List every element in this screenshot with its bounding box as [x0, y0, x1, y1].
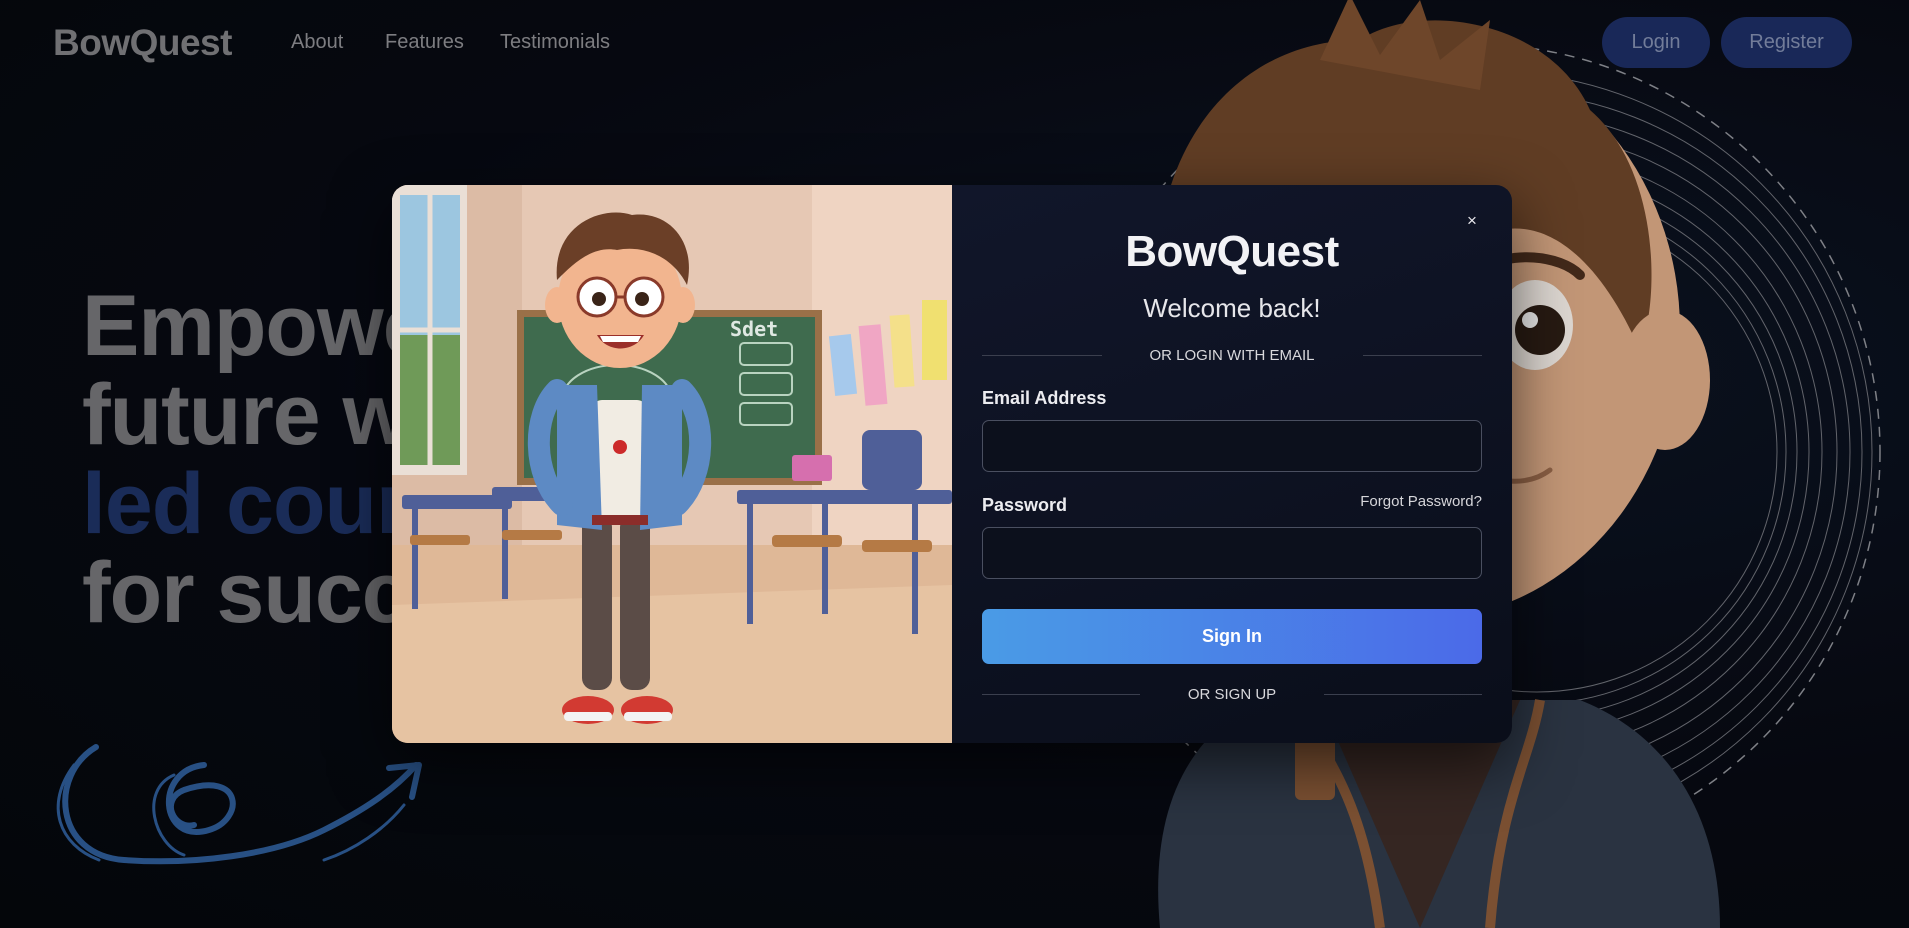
- login-divider: OR LOGIN WITH EMAIL: [982, 345, 1483, 365]
- login-form-panel: × BowQuest Welcome back! OR LOGIN WITH E…: [952, 185, 1512, 743]
- divider-line: [1324, 693, 1483, 695]
- chalkboard-text: Sdet: [730, 317, 778, 341]
- divider-line: [1362, 354, 1483, 356]
- forgot-password-link[interactable]: Forgot Password?: [1360, 493, 1482, 510]
- divider-line: [982, 354, 1102, 356]
- password-field[interactable]: [982, 527, 1482, 579]
- sign-in-button[interactable]: Sign In: [982, 609, 1482, 664]
- signup-link[interactable]: OR SIGN UP: [1140, 686, 1324, 703]
- divider-text: OR LOGIN WITH EMAIL: [1149, 346, 1315, 364]
- divider-line: [982, 693, 1140, 695]
- classroom-illustration: Sdet: [392, 185, 952, 743]
- email-label: Email Address: [982, 388, 1107, 408]
- signup-divider: OR SIGN UP: [982, 684, 1483, 704]
- welcome-heading: Welcome back!: [1143, 293, 1321, 323]
- email-field[interactable]: [982, 420, 1482, 472]
- login-modal: Sdet × BowQuest Welcome back! OR LOGIN W…: [392, 185, 1512, 743]
- password-label: Password: [982, 495, 1068, 515]
- modal-logo: BowQuest: [1125, 227, 1339, 276]
